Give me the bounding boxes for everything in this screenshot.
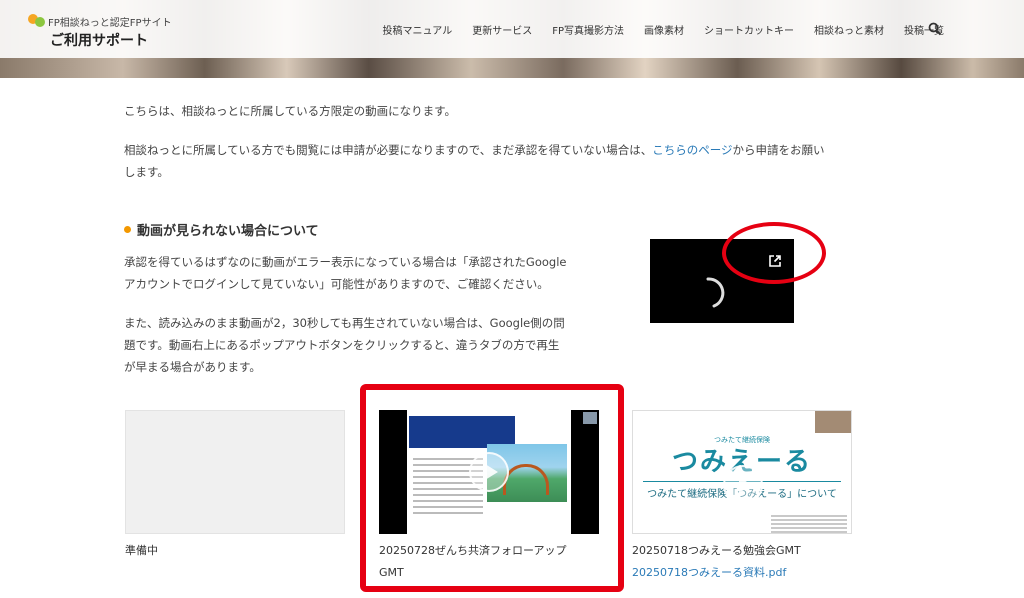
logo-title: ご利用サポート <box>50 33 148 49</box>
section-text: 承認を得ているはずなのに動画がエラー表示になっている場合は「承認されたGoogl… <box>124 255 567 269</box>
nav-item-photo-method[interactable]: FP写真撮影方法 <box>552 22 624 37</box>
section-text: 題です。動画右上にあるポップアウトボタンをクリックすると、違うタブの方で再生 <box>124 338 560 352</box>
intro-paragraph-1: こちらは、相談ねっとに所属している方限定の動画になります。 <box>124 104 457 118</box>
caption-line: 20250718つみえーる勉強会GMT <box>632 544 801 557</box>
intro-paragraph-2: 相談ねっとに所属している方でも閲覧には申請が必要になりますので、まだ承認を得てい… <box>124 139 864 183</box>
application-page-link[interactable]: こちらのページ <box>652 143 732 157</box>
video-thumbnail-tsumiel[interactable]: つみたて継続保険 つみえーる つみたて継続保険「つみえーる」について <box>632 410 852 534</box>
bullet-icon <box>124 226 131 233</box>
pdf-document-link[interactable]: 20250718つみえーる資料.pdf <box>632 566 786 579</box>
video-caption: 20250718つみえーる勉強会GMT 20250718つみえーる資料.pdf <box>632 540 801 584</box>
video-caption: 準備中 <box>125 544 158 557</box>
logo-mark-icon <box>28 14 46 28</box>
intro-text: 相談ねっとに所属している方でも閲覧には申請が必要になりますので、まだ承認を得てい… <box>124 143 653 157</box>
section-heading: 動画が見られない場合について <box>124 220 319 239</box>
section-text: また、読み込みのまま動画が2，30秒しても再生されていない場合は、Google側… <box>124 316 565 330</box>
slide-footer-text <box>771 515 847 533</box>
nav-item-update-service[interactable]: 更新サービス <box>472 22 532 37</box>
presenter-thumbnail <box>815 411 851 433</box>
highlight-frame <box>360 384 624 592</box>
section-text: が早まる場合があります。 <box>124 360 261 374</box>
intro-text: から申請をお願い <box>732 143 825 157</box>
logo-subtitle: FP相談ねっと認定FPサイト <box>48 18 172 29</box>
main-nav: 投稿マニュアル 更新サービス FP写真撮影方法 画像素材 ショートカットキー 相… <box>383 22 945 37</box>
nav-item-manual[interactable]: 投稿マニュアル <box>383 22 453 37</box>
nav-item-net-assets[interactable]: 相談ねっと素材 <box>814 22 884 37</box>
section-text: アカウントでログインして見ていない」可能性がありますので、ご確認ください。 <box>124 277 549 291</box>
nav-item-shortcut-keys[interactable]: ショートカットキー <box>704 22 794 37</box>
intro-text: します。 <box>124 165 169 179</box>
loading-spinner-icon <box>706 277 725 308</box>
site-header: FP相談ねっと認定FPサイト ご利用サポート 投稿マニュアル 更新サービス FP… <box>0 0 1024 58</box>
section-paragraph-1: 承認を得ているはずなのに動画がエラー表示になっている場合は「承認されたGoogl… <box>124 251 566 295</box>
highlight-circle <box>722 222 826 284</box>
nav-item-image-assets[interactable]: 画像素材 <box>644 22 684 37</box>
video-thumbnail-placeholder <box>125 410 345 534</box>
section-heading-text: 動画が見られない場合について <box>137 224 319 239</box>
search-icon[interactable] <box>928 22 942 36</box>
section-paragraph-2: また、読み込みのまま動画が2，30秒しても再生されていない場合は、Google側… <box>124 312 565 378</box>
play-icon[interactable] <box>723 465 763 505</box>
